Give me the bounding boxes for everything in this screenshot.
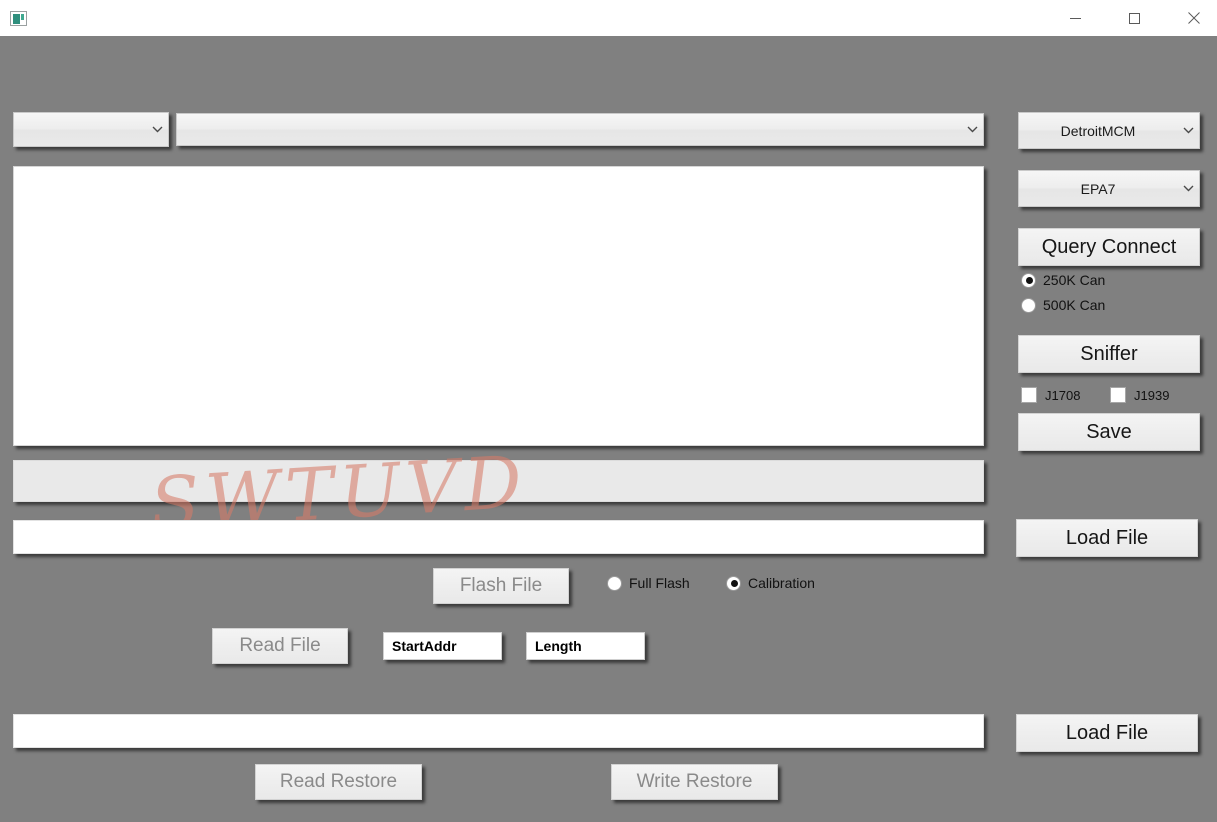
radio-dot-icon: [607, 575, 622, 591]
sniffer-button[interactable]: Sniffer: [1018, 335, 1200, 373]
radio-full-flash-label: Full Flash: [629, 575, 690, 591]
radio-dot-icon: [1021, 297, 1036, 313]
write-restore-button[interactable]: Write Restore: [611, 764, 778, 800]
checkbox-j1939[interactable]: J1939: [1110, 387, 1169, 403]
query-connect-button[interactable]: Query Connect: [1018, 228, 1200, 266]
load-restore-file-button[interactable]: Load File: [1016, 714, 1198, 752]
close-icon[interactable]: [1170, 0, 1217, 36]
minimize-icon[interactable]: [1052, 0, 1099, 36]
protocol-combo[interactable]: [13, 112, 169, 147]
chevron-down-icon: [1177, 185, 1199, 192]
ecu-type-combo-value: DetroitMCM: [1060, 122, 1136, 139]
radio-dot-icon: [1021, 272, 1036, 288]
title-bar: [0, 0, 1217, 36]
load-flash-file-button[interactable]: Load File: [1016, 519, 1198, 557]
flash-file-path-input[interactable]: [13, 520, 984, 554]
window-controls: [1052, 0, 1217, 36]
restore-file-path-input[interactable]: [13, 714, 984, 748]
chevron-down-icon: [1177, 127, 1199, 134]
radio-calibration[interactable]: Calibration: [726, 575, 815, 591]
radio-250k-can[interactable]: 250K Can: [1021, 272, 1105, 288]
start-addr-input[interactable]: StartAddr: [383, 632, 502, 660]
maximize-icon[interactable]: [1111, 0, 1158, 36]
checkbox-j1939-label: J1939: [1134, 387, 1170, 403]
radio-calibration-label: Calibration: [748, 575, 815, 591]
radio-500k-can[interactable]: 500K Can: [1021, 297, 1105, 313]
chevron-down-icon: [961, 126, 983, 133]
save-button[interactable]: Save: [1018, 413, 1200, 451]
checkbox-icon: [1110, 387, 1126, 403]
read-file-button[interactable]: Read File: [212, 628, 348, 664]
radio-250k-can-label: 250K Can: [1043, 272, 1106, 288]
log-output-area[interactable]: [13, 166, 984, 446]
device-combo[interactable]: [176, 113, 984, 146]
radio-500k-can-label: 500K Can: [1043, 297, 1106, 313]
radio-full-flash[interactable]: Full Flash: [607, 575, 690, 591]
progress-bar: [13, 460, 984, 502]
chevron-down-icon: [146, 126, 168, 133]
checkbox-icon: [1021, 387, 1037, 403]
checkbox-j1708[interactable]: J1708: [1021, 387, 1080, 403]
app-window-icon: [10, 10, 27, 26]
radio-dot-icon: [726, 575, 741, 591]
read-restore-button[interactable]: Read Restore: [255, 764, 422, 800]
checkbox-j1708-label: J1708: [1045, 387, 1081, 403]
epa-version-combo-value: EPA7: [1080, 180, 1116, 197]
length-input[interactable]: Length: [526, 632, 645, 660]
client-area: SWTUVD Flash File Full Flash Calibration…: [0, 36, 1217, 822]
ecu-type-combo[interactable]: DetroitMCM: [1018, 112, 1200, 149]
flash-file-button[interactable]: Flash File: [433, 568, 569, 604]
epa-version-combo[interactable]: EPA7: [1018, 170, 1200, 207]
